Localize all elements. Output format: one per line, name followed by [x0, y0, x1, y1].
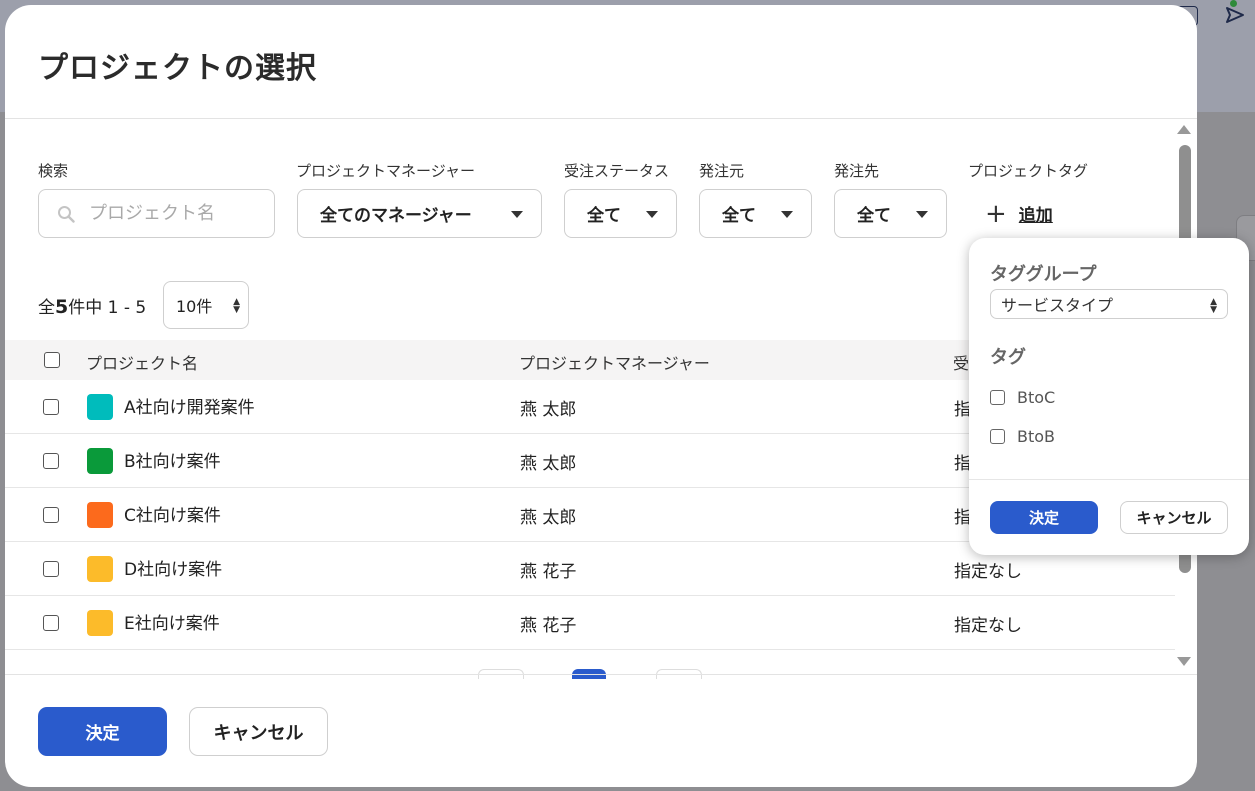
row-checkbox[interactable]	[43, 561, 59, 577]
order-status-label: 受注ステータス	[564, 162, 670, 180]
tag-filter-popover: タググループ サービスタイプ ▲ ▼ タグ BtoC BtoB 決定 キャンセル	[969, 238, 1249, 555]
project-tag-label: プロジェクトタグ	[968, 162, 1089, 180]
order-status: 指定なし	[954, 616, 1022, 636]
project-name: B社向け案件	[124, 452, 221, 472]
popover-cancel-button[interactable]: キャンセル	[1120, 501, 1228, 534]
tag-title: タグ	[990, 347, 1026, 368]
result-count-prefix: 全	[38, 298, 55, 318]
tag-option-label: BtoB	[1017, 427, 1056, 446]
select-all-checkbox[interactable]	[44, 352, 60, 368]
search-box[interactable]	[38, 189, 275, 238]
project-manager: 燕 花子	[520, 616, 577, 636]
scroll-up-arrow[interactable]	[1177, 125, 1191, 134]
send-icon	[1226, 7, 1244, 23]
manager-select[interactable]: 全てのマネージャー	[297, 189, 542, 238]
project-manager: 燕 太郎	[520, 508, 577, 528]
column-header-name: プロジェクト名	[86, 354, 199, 373]
row-checkbox[interactable]	[43, 399, 59, 415]
popover-confirm-button[interactable]: 決定	[990, 501, 1098, 534]
popover-divider	[969, 479, 1249, 480]
footer-divider	[5, 674, 1197, 675]
chevron-down-icon	[916, 211, 928, 218]
chevron-down-icon	[511, 211, 523, 218]
result-count: 全5件中 1 - 5	[38, 293, 146, 318]
project-color-swatch	[87, 502, 113, 528]
client-select-value: 全て	[722, 206, 756, 226]
chevron-down-icon	[781, 211, 793, 218]
project-name: C社向け案件	[124, 506, 221, 526]
column-header-status: 受	[953, 354, 970, 373]
row-checkbox[interactable]	[43, 507, 59, 523]
tag-option-btoc[interactable]: BtoC	[990, 388, 1055, 407]
row-checkbox[interactable]	[43, 615, 59, 631]
project-name: A社向け開発案件	[124, 398, 255, 418]
modal-title: プロジェクトの選択	[38, 51, 317, 86]
project-color-swatch	[87, 610, 113, 636]
project-manager: 燕 花子	[520, 562, 577, 582]
project-manager: 燕 太郎	[520, 400, 577, 420]
per-page-select[interactable]: 10件 ▲ ▼	[163, 281, 249, 329]
tag-group-select[interactable]: サービスタイプ ▲ ▼	[990, 289, 1228, 319]
result-count-range: 件中 1 - 5	[68, 298, 147, 318]
tag-group-title: タググループ	[990, 264, 1097, 285]
manager-select-value: 全てのマネージャー	[320, 206, 472, 226]
manager-filter-label: プロジェクトマネージャー	[296, 162, 475, 180]
project-name: E社向け案件	[124, 614, 220, 634]
header-divider	[5, 118, 1197, 119]
row-checkbox[interactable]	[43, 453, 59, 469]
updown-arrows-icon: ▲ ▼	[233, 297, 240, 315]
project-color-swatch	[87, 556, 113, 582]
add-tag-button[interactable]: + 追加	[985, 198, 1053, 229]
tag-checkbox[interactable]	[990, 390, 1005, 405]
scroll-down-arrow[interactable]	[1177, 657, 1191, 666]
column-header-manager: プロジェクトマネージャー	[519, 354, 710, 373]
search-icon	[58, 206, 75, 223]
project-name: D社向け案件	[124, 560, 223, 580]
updown-arrows-icon: ▲ ▼	[1210, 297, 1217, 315]
vendor-select[interactable]: 全て	[834, 189, 947, 238]
per-page-value: 10件	[176, 297, 213, 316]
client-select[interactable]: 全て	[699, 189, 812, 238]
result-count-total: 5	[55, 296, 69, 318]
tag-option-label: BtoC	[1017, 388, 1056, 407]
order-status: 指定なし	[954, 562, 1022, 582]
table-row[interactable]: E社向け案件 燕 花子 指定なし	[5, 596, 1175, 650]
project-manager: 燕 太郎	[520, 454, 577, 474]
client-label: 発注元	[699, 162, 745, 180]
vendor-label: 発注先	[834, 162, 880, 180]
search-label: 検索	[38, 162, 69, 180]
cancel-button[interactable]: キャンセル	[189, 707, 328, 756]
tag-option-btob[interactable]: BtoB	[990, 427, 1055, 446]
tag-group-value: サービスタイプ	[1001, 296, 1114, 315]
add-tag-label: 追加	[1018, 206, 1053, 226]
search-input[interactable]	[89, 203, 259, 224]
tag-checkbox[interactable]	[990, 429, 1005, 444]
project-color-swatch	[87, 448, 113, 474]
order-status-value: 全て	[587, 206, 621, 226]
plus-icon: +	[985, 198, 1007, 229]
chevron-down-icon	[646, 211, 658, 218]
confirm-button[interactable]: 決定	[38, 707, 167, 756]
project-color-swatch	[87, 394, 113, 420]
order-status-select[interactable]: 全て	[564, 189, 677, 238]
vendor-select-value: 全て	[857, 206, 891, 226]
